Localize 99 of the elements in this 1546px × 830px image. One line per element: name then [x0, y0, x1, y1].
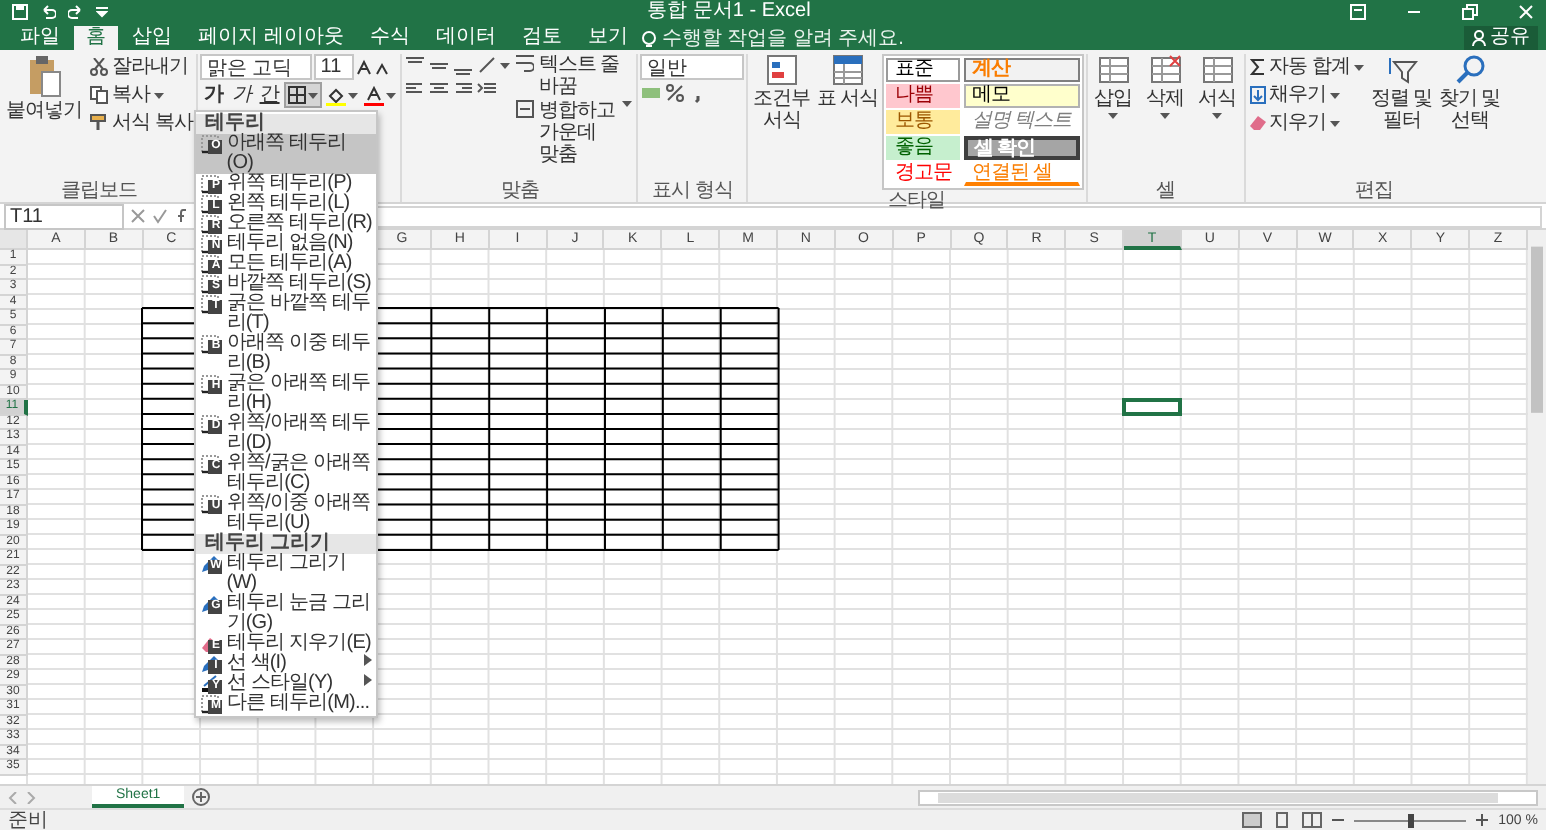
- find-select-button[interactable]: 찾기 및 선택: [1437, 54, 1502, 180]
- cell-style[interactable]: 좋음: [886, 136, 960, 160]
- sort-filter-button[interactable]: 정렬 및 필터: [1369, 54, 1434, 180]
- person-icon: [1472, 30, 1486, 46]
- ribbon-tab[interactable]: 보기: [575, 26, 640, 50]
- search-icon: [1453, 54, 1486, 86]
- group-label: 스타일: [886, 190, 948, 212]
- percent-icon[interactable]: [664, 82, 687, 104]
- cells-button[interactable]: 서식: [1193, 54, 1242, 180]
- group-label: 클립보드: [59, 180, 140, 202]
- tell-me-field[interactable]: 수행할 작업을 알려 주세요.: [657, 26, 958, 50]
- bold-button[interactable]: 가: [200, 82, 227, 108]
- paint-bucket-icon: [326, 85, 347, 105]
- paintbrush-icon: [90, 114, 108, 132]
- enter-icon[interactable]: [152, 208, 168, 224]
- fill-down-icon: [1249, 86, 1266, 104]
- function-icon[interactable]: [174, 208, 190, 224]
- font-color-icon: [364, 85, 385, 105]
- caret-icon: [348, 91, 359, 99]
- caret-icon: [1353, 63, 1364, 71]
- cancel-icon[interactable]: [130, 208, 146, 224]
- window-title: 통합 문서1 - Excel: [645, 0, 813, 24]
- eraser-icon: [1249, 114, 1266, 132]
- ribbon-tab[interactable]: 수식: [357, 26, 422, 50]
- caret-icon: [1330, 91, 1341, 99]
- close-icon[interactable]: [1518, 4, 1534, 20]
- restore-icon[interactable]: [1462, 4, 1478, 20]
- caret-icon: [1160, 112, 1171, 120]
- format-painter-button[interactable]: 서식 복사: [88, 110, 195, 136]
- ribbon-tab[interactable]: 삽입: [120, 26, 184, 50]
- undo-icon[interactable]: [40, 4, 56, 20]
- wrap-text-button[interactable]: 텍스트 줄 바꿈: [514, 54, 635, 98]
- caret-icon: [154, 91, 164, 99]
- underline-button[interactable]: 간: [256, 82, 283, 108]
- cell-style[interactable]: 보통: [886, 110, 960, 134]
- cell-style[interactable]: 표준: [886, 58, 960, 82]
- add-sheet-icon[interactable]: [192, 788, 211, 806]
- merge-button[interactable]: 병합하고 가운데 맞춤: [514, 100, 635, 166]
- share-button[interactable]: 공유: [1464, 26, 1538, 50]
- grid-icon: [288, 86, 307, 104]
- caret-icon: [308, 91, 319, 99]
- group-label: 맞춤: [498, 180, 541, 202]
- status-text: 준비: [8, 809, 48, 830]
- selected-cell[interactable]: [1122, 398, 1182, 415]
- number-format-field[interactable]: 일반: [640, 54, 745, 80]
- caret-icon: [386, 91, 397, 99]
- horizontal-scrollbar[interactable]: [918, 789, 1538, 805]
- conditional-formatting-button[interactable]: 조건부 서식: [750, 54, 813, 190]
- italic-button[interactable]: 가: [228, 82, 255, 108]
- font-size-field[interactable]: 11: [314, 54, 355, 80]
- merge-icon: [516, 100, 535, 118]
- caret-icon: [622, 100, 633, 108]
- ribbon-tab[interactable]: 검토: [509, 26, 574, 50]
- group-label: 셀: [1153, 180, 1177, 202]
- caret-icon: [1212, 112, 1223, 120]
- borders-button[interactable]: [284, 82, 323, 108]
- ribbon-tab[interactable]: 파일: [8, 26, 72, 50]
- save-icon[interactable]: [12, 4, 28, 20]
- ribbon-tab[interactable]: 홈: [74, 26, 118, 50]
- grow-font-icon[interactable]: [356, 58, 373, 76]
- paste-button[interactable]: 붙여넣기: [4, 54, 84, 180]
- ribbon-tab[interactable]: 페이지 레이아웃: [186, 26, 356, 50]
- fill-button[interactable]: 채우기: [1247, 82, 1366, 108]
- scissors-icon: [90, 58, 108, 76]
- name-box[interactable]: T11: [4, 203, 124, 229]
- caret-icon: [500, 61, 511, 69]
- caret-icon: [1108, 112, 1119, 120]
- shrink-font-icon[interactable]: [374, 58, 391, 76]
- menu-header: 테두리 그리기: [196, 534, 377, 554]
- page-layout-icon[interactable]: [1272, 812, 1293, 828]
- cells-button[interactable]: 삽입: [1089, 54, 1138, 180]
- cell-style[interactable]: 나쁨: [886, 84, 960, 108]
- funnel-icon: [1385, 54, 1418, 86]
- autosum-button[interactable]: 자동 합계: [1247, 54, 1366, 80]
- redo-icon[interactable]: [68, 4, 84, 20]
- copy-icon: [90, 86, 108, 104]
- copy-button[interactable]: 복사: [88, 82, 195, 108]
- wrap-text-icon: [516, 54, 535, 72]
- clear-button[interactable]: 지우기: [1247, 110, 1366, 136]
- font-color-button[interactable]: [362, 82, 399, 108]
- cells-button[interactable]: 삭제: [1141, 54, 1190, 180]
- sigma-icon: [1249, 58, 1266, 76]
- cut-button[interactable]: 잘라내기: [88, 54, 195, 80]
- page-break-icon[interactable]: [1302, 812, 1323, 828]
- caret-icon: [1330, 119, 1341, 127]
- menu-header: 테두리: [196, 114, 377, 134]
- group-label: 표시 형식: [650, 180, 735, 202]
- normal-view-icon[interactable]: [1242, 812, 1263, 828]
- font-name-field[interactable]: 맑은 고딕: [200, 54, 313, 80]
- ribbon-tab[interactable]: 데이터: [423, 26, 508, 50]
- format-as-table-button[interactable]: 표 서식: [816, 54, 879, 190]
- orientation-icon[interactable]: [476, 54, 499, 76]
- group-label: 편집: [1353, 180, 1396, 202]
- zoom-in-icon[interactable]: [1476, 814, 1489, 826]
- zoom-out-icon[interactable]: [1332, 814, 1345, 826]
- zoom-thumb[interactable]: [1408, 813, 1415, 827]
- customize-icon[interactable]: [96, 6, 108, 18]
- cell-style[interactable]: 메모: [963, 84, 1080, 108]
- ribbon-display-icon[interactable]: [1350, 4, 1366, 20]
